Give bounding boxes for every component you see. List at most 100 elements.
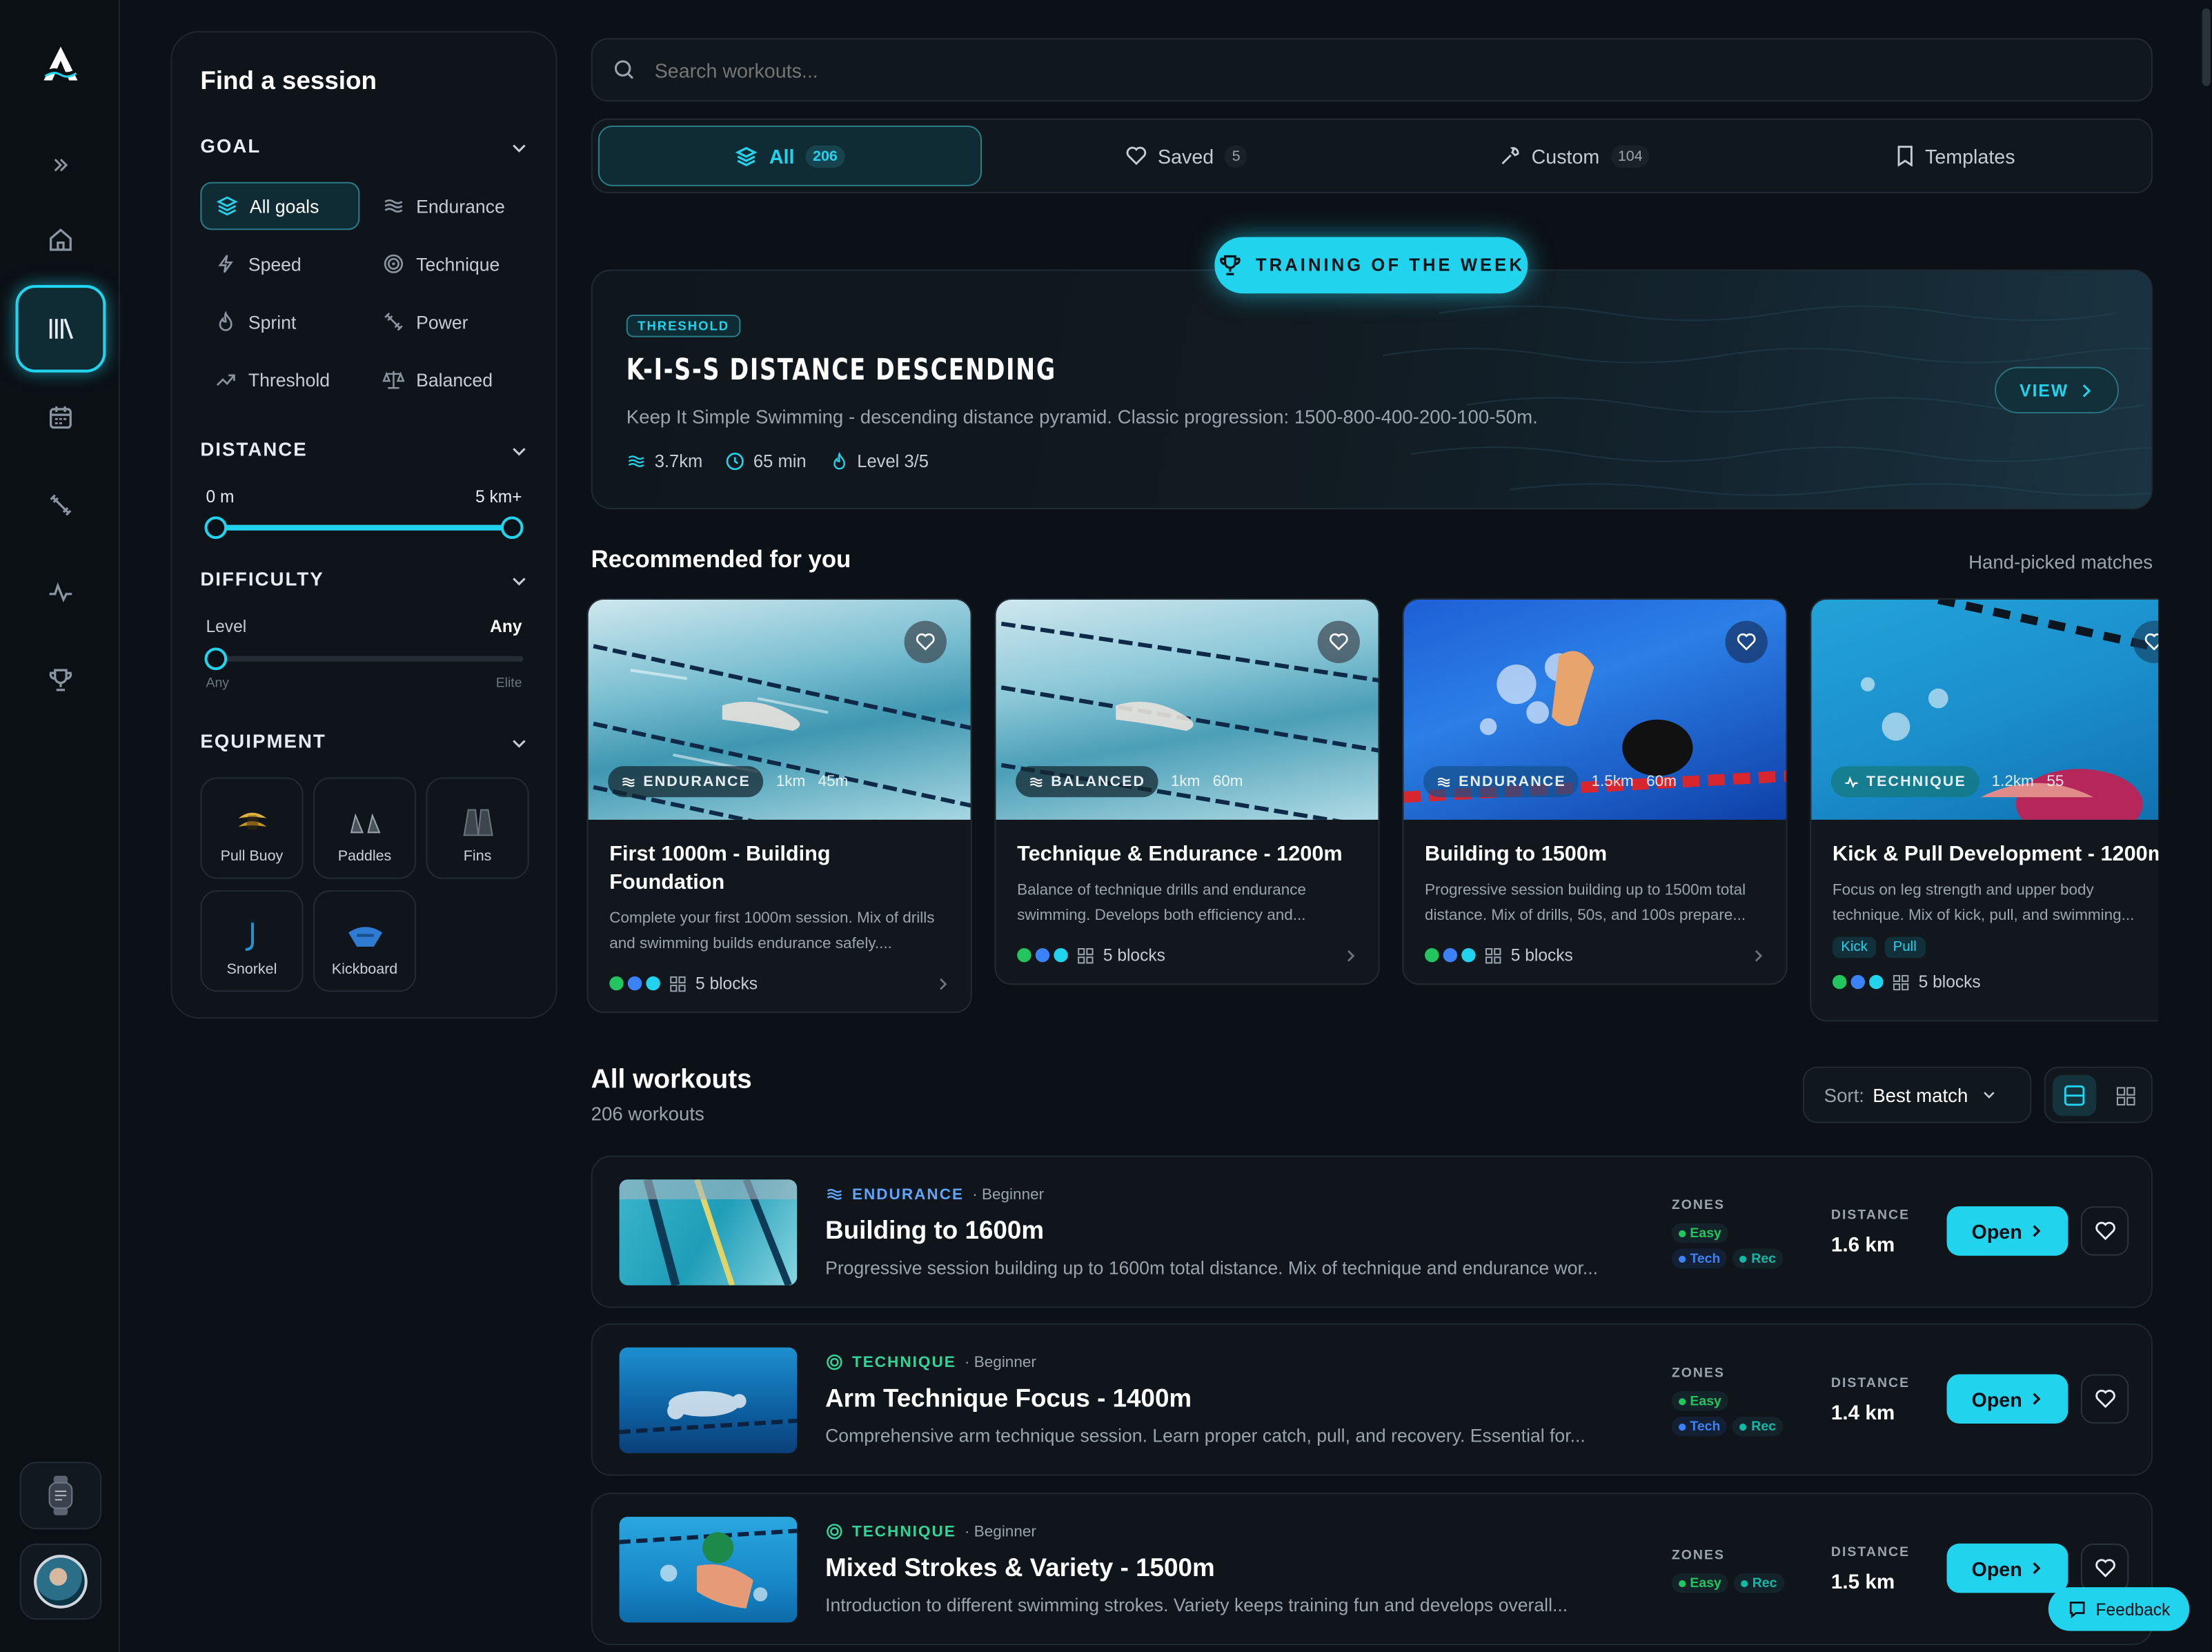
save-heart-button[interactable] [2080,1543,2129,1593]
card-distance: 1.2km [1991,773,2034,790]
tab-saved[interactable]: Saved 5 [994,126,1378,186]
goal-label: Speed [248,253,302,275]
featured-view-button[interactable]: VIEW [1995,366,2119,414]
difficulty-slider-track[interactable] [215,656,524,662]
equipment-fins[interactable]: Fins [426,777,529,879]
goal-label: Threshold [248,368,330,391]
card-description: Balance of technique drills and enduranc… [1017,881,1307,925]
open-button[interactable]: Open [1946,1374,2068,1424]
workout-row[interactable]: ENDURANCE · Beginner Building to 1600m P… [591,1155,2153,1308]
kickboard-icon [347,927,382,947]
target-icon [827,1354,842,1370]
scrollbar-thumb[interactable] [2202,8,2211,86]
card-chip: Pull [1884,936,1926,958]
waves-icon [827,1188,842,1200]
heart-icon[interactable] [1725,620,1768,663]
expand-icon[interactable] [24,128,97,201]
recommended-card[interactable]: TECHNIQUE 1.2km 55 Kick & Pull Developme… [1810,598,2159,1022]
tab-bar: All 206 Saved 5 Custom 104 Templates [591,118,2153,194]
recommended-card[interactable]: BALANCED 1km 60m Technique & Endurance -… [994,598,1380,985]
goal-option-power[interactable]: Power [368,297,537,346]
scrollbar[interactable] [2199,0,2212,1652]
difficulty-max-label: Elite [495,676,522,691]
equipment-label: Pull Buoy [220,847,284,865]
featured-card[interactable]: THRESHOLD K-I-S-S DISTANCE DESCENDING Ke… [591,269,2153,510]
grid-view-icon[interactable] [2103,1075,2146,1116]
sort-dropdown[interactable]: Sort: Best match [1802,1066,2032,1123]
equipment-chevron-icon[interactable] [511,735,528,752]
waves-icon [628,455,644,467]
open-button[interactable]: Open [1946,1543,2068,1593]
blocks-icon [670,975,686,992]
tab-templates[interactable]: Templates [1764,126,2147,186]
save-heart-button[interactable] [2080,1206,2129,1256]
zone-chip: Easy [1671,1390,1729,1411]
goal-option-all[interactable]: All goals [200,181,360,230]
zone-chips: Easy Tech Rec [1671,1223,1806,1269]
card-blocks: 5 blocks [695,973,758,994]
distance-slider-track[interactable] [215,524,514,531]
activity-icon[interactable] [24,556,97,629]
library-icon[interactable] [15,285,106,373]
chevron-right-icon [2033,1225,2042,1237]
goal-option-technique[interactable]: Technique [368,240,537,288]
open-button[interactable]: Open [1946,1206,2068,1256]
equipment-kickboard[interactable]: Kickboard [313,890,417,992]
home-icon[interactable] [24,203,97,276]
workout-row[interactable]: TECHNIQUE · Beginner Mixed Strokes & Var… [591,1493,2153,1646]
card-blocks: 5 blocks [1103,945,1165,965]
goal-option-balanced[interactable]: Balanced [368,355,537,404]
tab-all[interactable]: All 206 [598,125,982,186]
goal-label: Sprint [248,311,297,333]
goal-option-threshold[interactable]: Threshold [200,355,359,404]
card-description: Complete your first 1000m session. Mix o… [609,909,935,953]
equipment-paddles[interactable]: Paddles [313,777,417,879]
blocks-icon [1893,974,1909,990]
layers-icon [216,196,238,216]
card-image: ENDURANCE 1km 45m [588,599,971,820]
save-heart-button[interactable] [2080,1374,2129,1424]
card-duration: 55 [2046,773,2064,790]
workout-category: TECHNIQUE [851,1523,956,1540]
distance-min-handle[interactable] [204,516,228,540]
recommended-card[interactable]: ENDURANCE 1.5km 60m Building to 1500m Pr… [1402,598,1788,985]
chevron-right-icon [2083,384,2091,397]
zones-label: ZONES [1671,1366,1726,1381]
target-icon [827,1524,842,1540]
goal-option-sprint[interactable]: Sprint [200,297,359,346]
equipment-snorkel[interactable]: Snorkel [200,890,304,992]
workout-row[interactable]: TECHNIQUE · Beginner Arm Technique Focus… [591,1323,2153,1476]
blocks-icon [1485,947,1501,963]
goal-chevron-icon[interactable] [511,139,528,157]
calendar-icon[interactable] [24,381,97,454]
search-bar[interactable] [591,38,2153,102]
recommended-title: Recommended for you [591,546,851,573]
equipment-pull-buoy[interactable]: Pull Buoy [200,777,304,879]
goal-option-endurance[interactable]: Endurance [368,182,537,230]
goal-option-speed[interactable]: Speed [200,240,359,288]
search-input[interactable] [654,58,1924,81]
tab-custom[interactable]: Custom 104 [1383,126,1766,186]
card-distance: 1km [776,773,806,790]
watch-icon[interactable] [19,1462,102,1530]
recommended-card[interactable]: ENDURANCE 1km 45m First 1000m - Building… [586,598,972,1014]
trophy-icon[interactable] [24,643,97,716]
equipment-label: Paddles [337,847,392,865]
filter-title: Find a session [200,66,377,95]
swim-logo[interactable] [39,42,81,84]
card-title: Technique & Endurance - 1200m [1017,842,1343,867]
difficulty-chevron-icon[interactable] [511,573,528,590]
tab-label: All [769,144,795,168]
distance-max-handle[interactable] [500,516,524,540]
user-avatar[interactable] [19,1543,102,1620]
feedback-button[interactable]: Feedback [2048,1587,2190,1631]
tools-icon[interactable] [24,469,97,542]
difficulty-handle[interactable] [204,647,228,671]
workout-thumbnail [619,1516,798,1623]
workout-level: · Beginner [965,1523,1036,1540]
heart-icon[interactable] [1317,620,1360,663]
trophy-icon [1220,255,1241,275]
heart-icon[interactable] [904,620,947,663]
list-view-icon[interactable] [2052,1074,2097,1117]
distance-chevron-icon[interactable] [511,443,528,460]
